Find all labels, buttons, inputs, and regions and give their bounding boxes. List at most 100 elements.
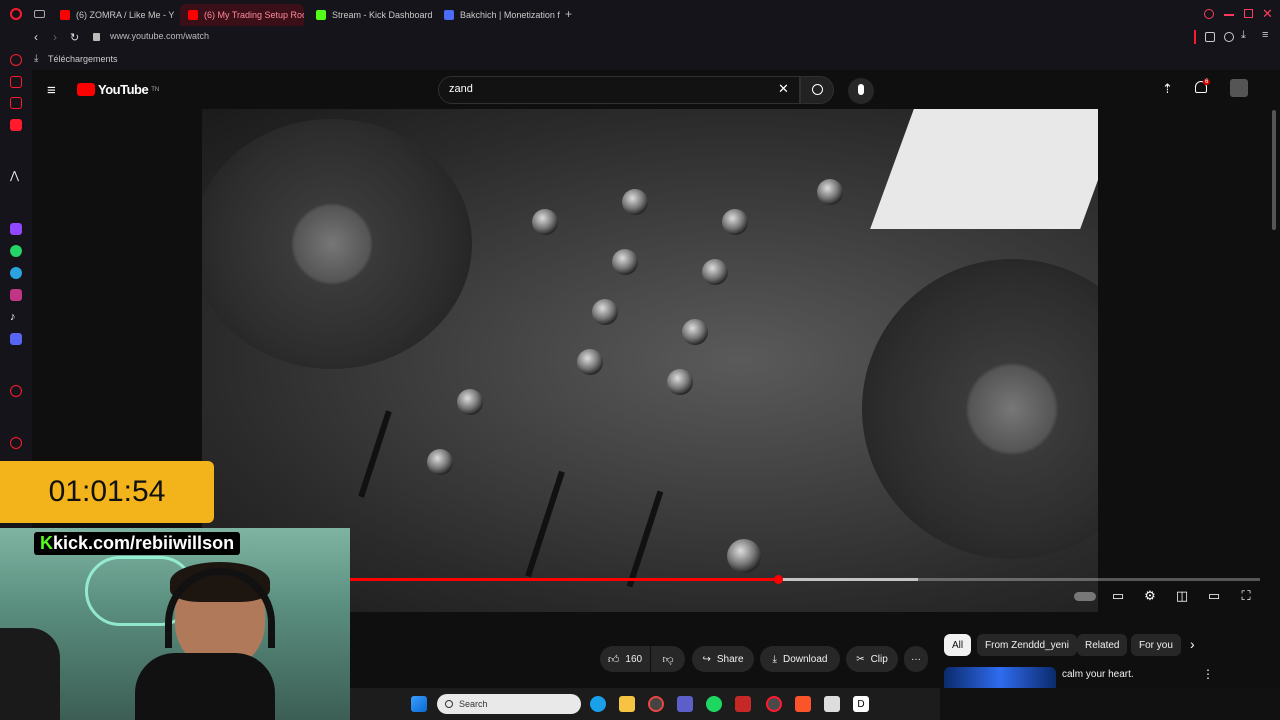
sidebar-aria-icon[interactable]: ⋀: [10, 170, 22, 182]
account-avatar[interactable]: [1230, 79, 1248, 97]
knob: [817, 179, 843, 205]
taskbar-search[interactable]: Search: [437, 694, 581, 714]
tab-kick-dashboard[interactable]: Stream - Kick Dashboard: [308, 4, 434, 26]
taskbar-search-icon: [445, 700, 453, 708]
share-button[interactable]: ↪ Share: [692, 646, 754, 672]
maximize-icon[interactable]: [1244, 9, 1253, 18]
davinci-icon[interactable]: D: [853, 696, 869, 712]
search-input[interactable]: zand: [438, 76, 800, 104]
brave-icon[interactable]: [795, 696, 811, 712]
autoplay-toggle-icon: [1074, 592, 1096, 601]
teams-icon[interactable]: [677, 696, 693, 712]
sidebar-history-icon[interactable]: [10, 437, 22, 449]
voice-search-button[interactable]: [848, 78, 874, 104]
extensions-icon[interactable]: [1205, 32, 1215, 42]
chips-next-icon[interactable]: ›: [1190, 636, 1195, 652]
voicemeeter-icon[interactable]: [735, 696, 751, 712]
spotify-icon[interactable]: [706, 696, 722, 712]
scrubber-handle[interactable]: [774, 575, 783, 584]
tab-trading-setup[interactable]: (6) My Trading Setup Roo: [180, 4, 304, 26]
downloads-bar: ⤓ Téléchargements: [0, 48, 1280, 70]
upload-icon[interactable]: ⇡: [1162, 81, 1173, 97]
sidebar-telegram-icon[interactable]: [10, 267, 22, 279]
sidebar-player-icon[interactable]: [10, 385, 22, 397]
guide-menu-icon[interactable]: ≡: [47, 82, 56, 99]
back-icon[interactable]: ‹: [34, 30, 38, 44]
sidebar-discord-icon[interactable]: [10, 333, 22, 345]
subtitles-icon[interactable]: ▭: [1109, 588, 1127, 604]
knob: [532, 209, 558, 235]
download-label: Download: [782, 653, 828, 665]
knob: [427, 449, 453, 475]
close-icon[interactable]: ✕: [1262, 6, 1273, 22]
browser-tab-bar: (6) ZOMRA / Like Me - Yo (6) My Trading …: [0, 0, 1280, 28]
knob: [622, 189, 648, 215]
chrome-icon[interactable]: [648, 696, 664, 712]
minimize-icon[interactable]: [1224, 14, 1234, 16]
microphone-icon: [858, 84, 864, 95]
channel-fader: [626, 490, 664, 588]
recommendation-thumbnail[interactable]: [944, 667, 1056, 688]
miniplayer-icon[interactable]: ◫: [1173, 588, 1191, 604]
tab-manager-icon[interactable]: [34, 10, 45, 18]
snapshot-icon[interactable]: [1224, 32, 1234, 42]
sidebar-tiktok-icon[interactable]: ♪: [10, 311, 22, 323]
opera-taskbar-icon[interactable]: [766, 696, 782, 712]
notepad-icon[interactable]: [824, 696, 840, 712]
search-button[interactable]: [800, 76, 834, 104]
opera-sidebar-toggle-icon[interactable]: [1194, 30, 1196, 44]
chip-related[interactable]: Related: [1077, 634, 1128, 656]
download-icon[interactable]: ⤓: [1241, 29, 1246, 42]
sidebar-shopping-icon[interactable]: [10, 76, 22, 88]
dislike-button[interactable]: 👎︎: [651, 646, 685, 672]
reload-icon[interactable]: ↻: [70, 31, 79, 44]
sidebar-twitch-icon[interactable]: [10, 223, 22, 235]
knob: [727, 539, 761, 573]
autoplay-toggle[interactable]: [1072, 588, 1098, 604]
page-scrollbar[interactable]: [1272, 110, 1276, 230]
clear-search-icon[interactable]: ✕: [778, 81, 789, 97]
sidebar-games-icon[interactable]: [10, 97, 22, 109]
like-button[interactable]: 👍︎ 160: [600, 646, 650, 672]
downloads-link[interactable]: Téléchargements: [48, 54, 118, 64]
search-tabs-icon[interactable]: [1204, 9, 1214, 19]
download-button[interactable]: ⤓ Download: [760, 646, 840, 672]
sidebar-opera-ai-icon[interactable]: [10, 54, 22, 66]
more-actions-button[interactable]: ···: [904, 646, 928, 672]
left-jog-wheel: [202, 119, 472, 369]
microphone-arm: [0, 628, 60, 720]
youtube-favicon-icon: [188, 10, 198, 20]
theater-mode-icon[interactable]: ▭: [1205, 588, 1223, 604]
knob: [702, 259, 728, 285]
knob: [457, 389, 483, 415]
sidebar-news-icon[interactable]: [10, 119, 22, 131]
forward-icon[interactable]: ›: [53, 30, 57, 44]
tab-bakchich[interactable]: Bakchich | Monetization f: [436, 4, 560, 26]
opera-logo-icon[interactable]: [10, 8, 22, 20]
sidebar-whatsapp-icon[interactable]: [10, 245, 22, 257]
settings-gear-icon[interactable]: ⚙: [1141, 588, 1159, 604]
knob: [722, 209, 748, 235]
tab-zomra[interactable]: (6) ZOMRA / Like Me - Yo: [52, 4, 174, 26]
edge-icon[interactable]: [590, 696, 606, 712]
sidebar-instagram-icon[interactable]: [10, 289, 22, 301]
recommendation-menu-icon[interactable]: ⋮: [1202, 667, 1214, 681]
bakchich-favicon-icon: [444, 10, 454, 20]
kick-favicon-icon: [316, 10, 326, 20]
file-explorer-icon[interactable]: [619, 696, 635, 712]
chip-all[interactable]: All: [944, 634, 972, 656]
browser-menu-icon[interactable]: ≡: [1262, 29, 1268, 41]
new-tab-button[interactable]: +: [565, 7, 572, 21]
clip-button[interactable]: ✂ Clip: [846, 646, 898, 672]
buffer-bar: [778, 578, 918, 581]
youtube-logo[interactable]: YouTube TN: [77, 82, 159, 97]
chip-for-you[interactable]: For you: [1131, 634, 1181, 656]
white-object: [870, 109, 1098, 229]
share-label: Share: [716, 653, 744, 665]
windows-start-icon[interactable]: [411, 696, 427, 712]
url-field[interactable]: www.youtube.com/watch: [110, 31, 209, 41]
chip-from-channel[interactable]: From Zenddd_yeni: [977, 634, 1077, 656]
fullscreen-icon[interactable]: ⛶: [1237, 588, 1255, 604]
kick-url: kick.com/rebiiwillson: [53, 533, 235, 553]
recommendation-title[interactable]: calm your heart.: [1062, 669, 1134, 680]
